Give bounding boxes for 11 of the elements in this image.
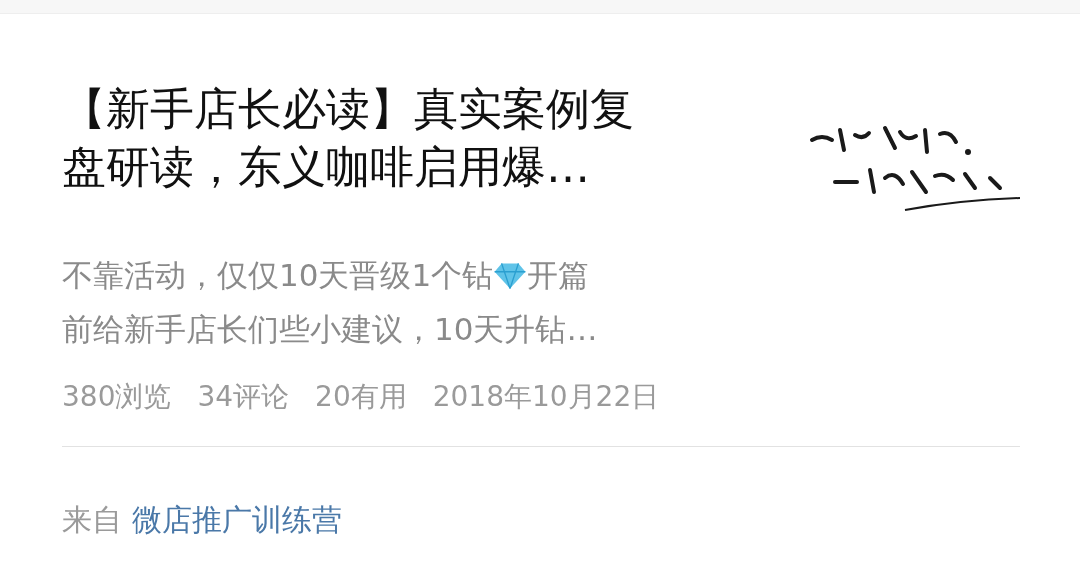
article-title[interactable]: 【新手店长必读】真实案例复盘研读，东义咖啡启用爆…: [62, 80, 662, 220]
summary-text: 前给新手店长们些小建议，10天升钻…: [62, 311, 598, 347]
summary-text: 开篇: [527, 257, 590, 293]
summary-text: 不靠活动，仅仅10天晋级1个钻: [62, 257, 494, 293]
source-label: 来自: [62, 501, 122, 539]
stat-text: 380浏览: [62, 379, 172, 415]
source-link[interactable]: 微店推广训练营: [132, 497, 342, 542]
stat-text: 34评论: [197, 379, 290, 415]
diamond-icon: [493, 262, 528, 290]
stat-text: 2018年10月22日: [432, 379, 660, 415]
stat-text: 20有用: [315, 379, 407, 415]
